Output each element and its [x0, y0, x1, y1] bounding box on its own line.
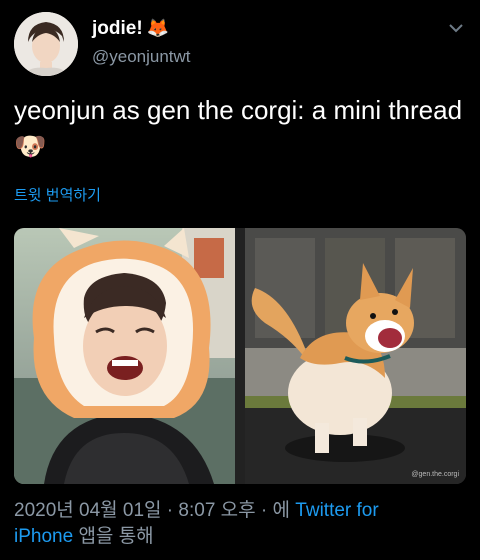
chevron-down-icon[interactable] [446, 20, 466, 36]
source-app-link-line2[interactable]: iPhone [14, 526, 73, 547]
tweet-body: yeonjun as gen the corgi: a mini thread [14, 95, 463, 125]
display-name[interactable]: jodie! 🦊 [92, 16, 191, 41]
photo-illustration-corgi: @gen.the.corgi [245, 228, 466, 484]
tweet-text: yeonjun as gen the corgi: a mini thread … [14, 92, 466, 164]
tweet-header: jodie! 🦊 @yeonjuntwt [14, 12, 466, 82]
fox-emoji: 🦊 [146, 18, 170, 38]
photo-illustration [14, 228, 235, 484]
via-text: 에 [272, 500, 291, 521]
photo-person-corgi-hat[interactable] [14, 228, 235, 484]
avatar-image [14, 12, 78, 76]
media-grid: @gen.the.corgi [14, 228, 466, 484]
display-name-text[interactable]: jodie! [92, 18, 143, 39]
via-suffix: 앱을 통해 [78, 526, 154, 547]
tweet-metadata: 2020년 04월 01일 · 8:07 오후 · 에 Twitter for … [14, 498, 466, 550]
dog-emoji: 🐶 [14, 131, 47, 161]
translate-link[interactable]: 트윗 번역하기 [14, 184, 101, 205]
avatar[interactable] [14, 12, 78, 76]
user-handle[interactable]: @yeonjuntwt [92, 47, 191, 67]
source-app-link-line1[interactable]: Twitter for [295, 500, 378, 521]
photo-watermark: @gen.the.corgi [411, 471, 459, 478]
timestamp[interactable]: 2020년 04월 01일 · 8:07 오후 · [14, 500, 267, 521]
photo-corgi-running[interactable]: @gen.the.corgi [245, 228, 466, 484]
